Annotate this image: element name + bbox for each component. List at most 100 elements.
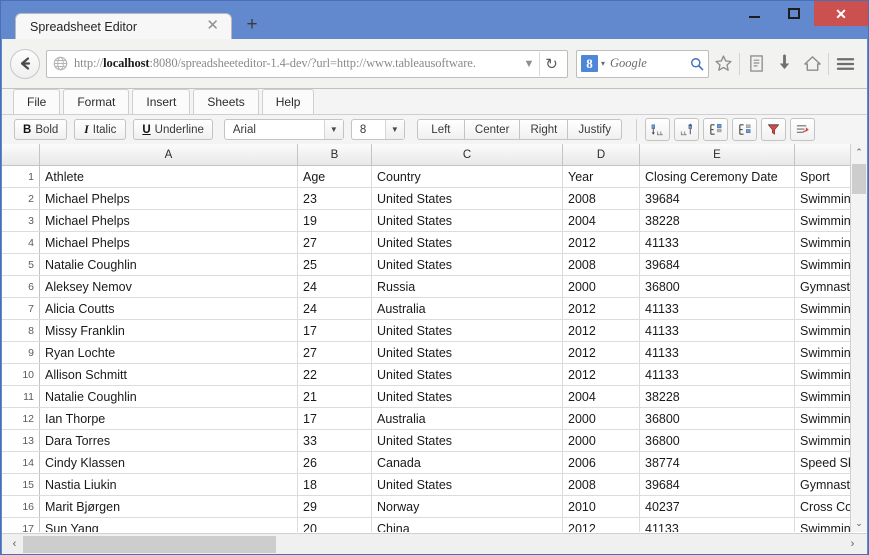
home-button[interactable] — [798, 49, 826, 79]
table-row[interactable]: 15 Nastia Liukin 18 United States 2008 39684 G… — [2, 474, 867, 496]
grid-cell[interactable]: United States — [372, 232, 563, 253]
grid-cell[interactable]: 17 — [298, 408, 372, 429]
grid-cell[interactable]: 39684 — [640, 188, 795, 209]
grid-cell[interactable]: United States — [372, 430, 563, 451]
menu-tab-format[interactable]: Format — [63, 89, 130, 114]
grid-cell[interactable]: Ryan Lochte — [40, 342, 298, 363]
table-row[interactable]: 11 Natalie Coughlin 21 United States 2004 382… — [2, 386, 867, 408]
grid-cell[interactable]: 38228 — [640, 386, 795, 407]
row-header[interactable]: 11 — [2, 386, 40, 407]
align-left-button[interactable]: Left — [416, 119, 465, 140]
reader-list-button[interactable] — [742, 49, 770, 79]
grid-cell[interactable]: 38774 — [640, 452, 795, 473]
grid-cell[interactable]: 41133 — [640, 232, 795, 253]
horizontal-scrollbar[interactable]: ‹ › — [2, 533, 867, 554]
row-header[interactable]: 1 — [2, 166, 40, 187]
grid-cell[interactable]: 25 — [298, 254, 372, 275]
font-size-select[interactable]: 8 ▼ — [350, 119, 405, 140]
row-header[interactable]: 8 — [2, 320, 40, 341]
google-badge-icon[interactable]: 8 — [581, 55, 598, 72]
horizontal-scroll-thumb[interactable] — [23, 536, 276, 553]
grid-cell[interactable]: Alicia Coutts — [40, 298, 298, 319]
row-header[interactable]: 12 — [2, 408, 40, 429]
grid-cell[interactable]: 2004 — [563, 386, 640, 407]
align-center-button[interactable]: Center — [464, 119, 521, 140]
vertical-scroll-thumb[interactable] — [852, 164, 866, 194]
sort-descending-button[interactable] — [674, 118, 700, 141]
grid-cell[interactable]: 19 — [298, 210, 372, 231]
grid-cell[interactable]: United States — [372, 254, 563, 275]
table-row[interactable]: 9 Ryan Lochte 27 United States 2012 41133 Swim… — [2, 342, 867, 364]
grid-cell[interactable]: 2000 — [563, 430, 640, 451]
browser-tab-spreadsheet-editor[interactable]: Spreadsheet Editor ✕ — [15, 13, 232, 39]
grid-cell[interactable]: 29 — [298, 496, 372, 517]
grid-cell[interactable]: 22 — [298, 364, 372, 385]
filter-button[interactable] — [761, 118, 787, 141]
grid-cell[interactable]: 2012 — [563, 364, 640, 385]
scroll-right-icon[interactable]: › — [844, 534, 861, 554]
grid-cell[interactable]: 21 — [298, 386, 372, 407]
grid-cell[interactable]: Closing Ceremony Date — [640, 166, 795, 187]
grid-cell[interactable]: 36800 — [640, 408, 795, 429]
grid-cell[interactable]: 2000 — [563, 408, 640, 429]
table-row[interactable]: 3 Michael Phelps 19 United States 2004 38228 S… — [2, 210, 867, 232]
menu-tab-sheets[interactable]: Sheets — [193, 89, 259, 114]
sort-rows-descending-button[interactable] — [732, 118, 758, 141]
select-all-corner[interactable] — [2, 144, 40, 165]
grid-cell[interactable]: 26 — [298, 452, 372, 473]
grid-cell[interactable]: Dara Torres — [40, 430, 298, 451]
column-header-c[interactable]: C — [372, 144, 563, 165]
grid-cell[interactable]: 2008 — [563, 474, 640, 495]
row-header[interactable]: 4 — [2, 232, 40, 253]
close-window-button[interactable]: ✕ — [814, 1, 868, 26]
row-header[interactable]: 5 — [2, 254, 40, 275]
grid-cell[interactable]: Marit Bjørgen — [40, 496, 298, 517]
grid-cell[interactable]: 41133 — [640, 364, 795, 385]
column-header-a[interactable]: A — [40, 144, 298, 165]
table-row[interactable]: 4 Michael Phelps 27 United States 2012 41133 S… — [2, 232, 867, 254]
grid-cell[interactable]: United States — [372, 386, 563, 407]
search-box[interactable]: 8 ▾ Google — [576, 49, 709, 78]
grid-cell[interactable]: United States — [372, 210, 563, 231]
grid-cell[interactable]: 39684 — [640, 474, 795, 495]
grid-cell[interactable]: United States — [372, 342, 563, 363]
grid-cell[interactable]: 27 — [298, 342, 372, 363]
maximize-button[interactable] — [774, 1, 814, 26]
vertical-scrollbar[interactable]: ⌃ ⌄ — [850, 144, 867, 532]
search-input[interactable]: Google — [610, 56, 690, 71]
grid-cell[interactable]: 41133 — [640, 342, 795, 363]
table-row[interactable]: 7 Alicia Coutts 24 Australia 2012 41133 Swimmi… — [2, 298, 867, 320]
new-tab-button[interactable]: + — [239, 13, 265, 38]
table-row[interactable]: 12 Ian Thorpe 17 Australia 2000 36800 Swimming — [2, 408, 867, 430]
grid-cell[interactable]: 2000 — [563, 276, 640, 297]
row-header[interactable]: 15 — [2, 474, 40, 495]
grid-cell[interactable]: Natalie Coughlin — [40, 254, 298, 275]
reload-icon[interactable]: ↻ — [539, 51, 563, 76]
clear-filter-button[interactable] — [790, 118, 816, 141]
grid-cell[interactable]: Missy Franklin — [40, 320, 298, 341]
scroll-left-icon[interactable]: ‹ — [6, 534, 23, 554]
grid-cell[interactable]: 23 — [298, 188, 372, 209]
grid-cell[interactable]: Australia — [372, 298, 563, 319]
grid-cell[interactable]: Athlete — [40, 166, 298, 187]
minimize-button[interactable] — [734, 1, 774, 26]
menu-tab-file[interactable]: File — [13, 89, 61, 114]
grid-cell[interactable]: Sun Yang — [40, 518, 298, 532]
bold-button[interactable]: B Bold — [14, 119, 68, 140]
grid-cell[interactable]: Year — [563, 166, 640, 187]
menu-tab-help[interactable]: Help — [261, 89, 315, 114]
chevron-down-icon[interactable]: ▾ — [601, 59, 605, 68]
search-icon[interactable] — [690, 57, 704, 71]
italic-button[interactable]: I Italic — [74, 119, 127, 140]
grid-cell[interactable]: Canada — [372, 452, 563, 473]
underline-button[interactable]: U Underline — [133, 119, 213, 140]
row-header[interactable]: 16 — [2, 496, 40, 517]
grid-cell[interactable]: 2012 — [563, 518, 640, 532]
align-justify-button[interactable]: Justify — [568, 119, 623, 140]
grid-cell[interactable]: 2010 — [563, 496, 640, 517]
grid-cell[interactable]: Russia — [372, 276, 563, 297]
grid-cell[interactable]: United States — [372, 364, 563, 385]
grid-cell[interactable]: Norway — [372, 496, 563, 517]
grid-cell[interactable]: Nastia Liukin — [40, 474, 298, 495]
grid-cell[interactable]: United States — [372, 320, 563, 341]
